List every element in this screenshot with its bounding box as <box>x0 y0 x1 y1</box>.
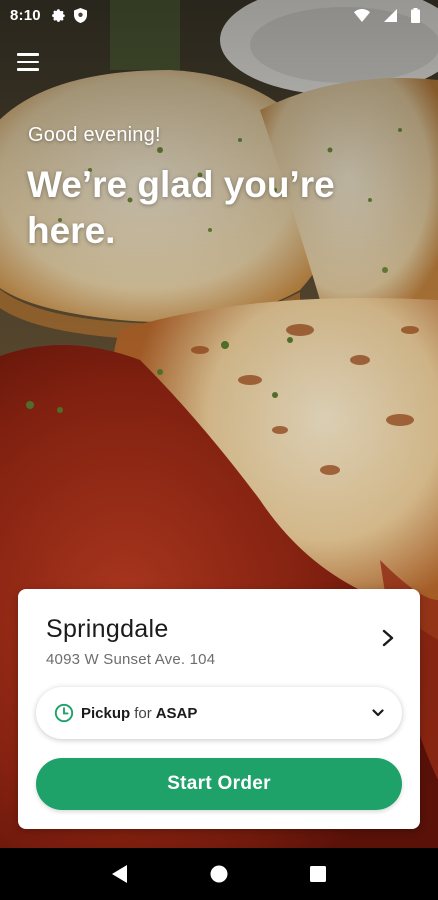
order-time-value: ASAP <box>155 704 198 722</box>
system-nav-bar <box>0 848 438 900</box>
settings-icon <box>51 8 66 23</box>
greeting-text: Good evening! <box>28 124 161 146</box>
home-icon[interactable] <box>207 862 231 886</box>
back-icon[interactable] <box>108 862 132 886</box>
headline-text: We’re glad you’re here. <box>27 164 335 251</box>
location-name: Springdale <box>46 615 169 643</box>
menu-line <box>17 60 39 64</box>
signal-icon <box>384 8 397 22</box>
recents-icon[interactable] <box>306 862 330 886</box>
hamburger-menu-icon[interactable] <box>16 50 40 74</box>
shield-icon <box>73 7 87 23</box>
order-card: Springdale 4093 W Sunset Ave. 104 Pickup… <box>18 589 420 829</box>
order-mode-label: Pickup <box>81 704 131 722</box>
order-mode-dropdown[interactable]: Pickup for ASAP <box>36 687 402 739</box>
location-address: 4093 W Sunset Ave. 104 <box>46 651 216 668</box>
order-mode-connector: for <box>134 704 152 722</box>
menu-line <box>17 53 39 56</box>
start-order-button[interactable]: Start Order <box>36 758 402 810</box>
location-selector[interactable]: Springdale 4093 W Sunset Ave. 104 <box>18 589 420 677</box>
menu-line <box>17 68 39 71</box>
chevron-down-icon <box>372 709 384 717</box>
wifi-icon <box>354 8 370 22</box>
status-time: 8:10 <box>10 6 41 24</box>
status-bar: 8:10 <box>0 0 438 30</box>
battery-icon <box>411 7 420 23</box>
clock-icon <box>54 703 74 723</box>
chevron-right-icon <box>382 629 394 647</box>
